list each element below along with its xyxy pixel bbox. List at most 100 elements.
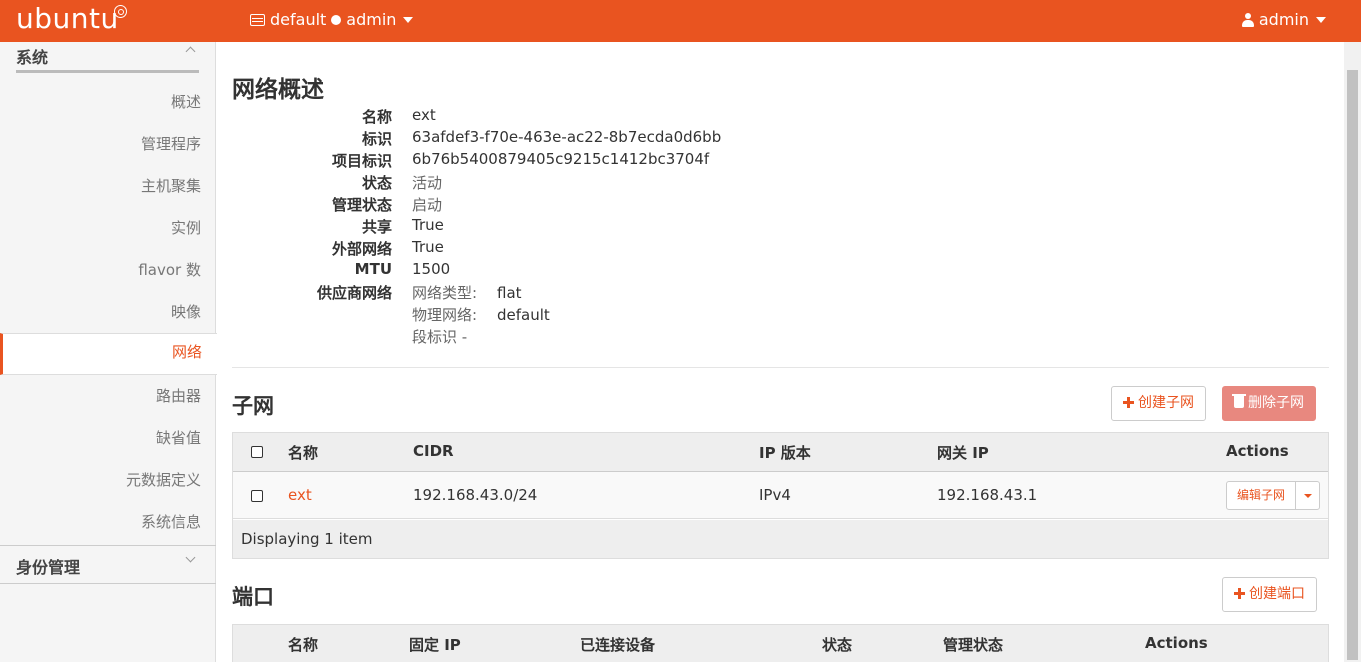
detail-row-name: 名称 ext xyxy=(232,106,1329,128)
user-name: admin xyxy=(1258,10,1309,29)
plus-icon xyxy=(1234,588,1245,599)
select-all-checkbox[interactable] xyxy=(251,446,263,458)
subnet-gateway: 192.168.43.1 xyxy=(937,486,1038,504)
sidebar-item-overview[interactable]: 概述 xyxy=(0,84,216,126)
create-subnet-label: 创建子网 xyxy=(1138,395,1194,411)
col-attached-device[interactable]: 已连接设备 xyxy=(580,634,655,655)
col-actions: Actions xyxy=(1226,442,1289,460)
sidebar-item-flavors[interactable]: flavor 数 xyxy=(0,252,216,294)
delete-subnet-button[interactable]: 删除子网 xyxy=(1222,386,1316,421)
sidebar-item-metadata[interactable]: 元数据定义 xyxy=(0,462,216,504)
detail-row-admin-state: 管理状态 启动 xyxy=(232,194,1329,216)
detail-row-physical-network: 物理网络: default xyxy=(232,304,1329,326)
detail-term: 外部网络 xyxy=(331,240,392,258)
plus-icon xyxy=(1123,397,1134,408)
col-name[interactable]: 名称 xyxy=(288,442,318,463)
chevron-down-icon xyxy=(185,552,196,563)
network-type-label: 网络类型: xyxy=(412,284,478,302)
detail-value: 物理网络: default xyxy=(412,304,550,325)
ubuntu-logo[interactable]: ubuntu xyxy=(16,2,119,35)
sidebar-item-routers[interactable]: 路由器 xyxy=(0,378,216,420)
detail-value: True xyxy=(412,238,444,256)
detail-row-segment: 段标识 - xyxy=(232,326,1329,348)
detail-value: True xyxy=(412,216,444,234)
chevron-up-icon xyxy=(185,46,196,57)
row-checkbox[interactable] xyxy=(251,490,263,502)
detail-row-mtu: MTU 1500 xyxy=(232,260,1329,282)
table-footer: Displaying 1 item xyxy=(233,520,1328,558)
delete-subnet-label: 删除子网 xyxy=(1248,395,1304,411)
caret-down-icon xyxy=(1316,16,1326,23)
detail-term: 项目标识 xyxy=(331,152,392,170)
table-header: 名称 CIDR IP 版本 网关 IP Actions xyxy=(233,433,1328,472)
subnets-title: 子网 xyxy=(232,394,274,418)
subnet-name-link[interactable]: ext xyxy=(288,486,312,504)
vertical-scrollbar[interactable] xyxy=(1344,42,1361,662)
col-cidr[interactable]: CIDR xyxy=(413,442,454,460)
sidebar-item-hypervisors[interactable]: 管理程序 xyxy=(0,126,216,168)
segment-label: 段标识 - xyxy=(412,328,468,346)
col-gateway[interactable]: 网关 IP xyxy=(937,442,989,463)
sidebar-divider xyxy=(0,583,216,584)
detail-term: 管理状态 xyxy=(331,196,392,214)
ports-title: 端口 xyxy=(232,585,274,609)
sidebar-item-networks[interactable]: 网络 xyxy=(0,333,217,375)
physical-network-label: 物理网络: xyxy=(412,306,478,324)
col-ip-version[interactable]: IP 版本 xyxy=(759,442,811,463)
trash-icon xyxy=(1232,394,1246,408)
detail-term: 标识 xyxy=(361,130,392,148)
table-row: ext 192.168.43.0/24 IPv4 192.168.43.1 编辑… xyxy=(233,472,1328,519)
detail-term: 供应商网络 xyxy=(316,284,392,302)
col-fixed-ip[interactable]: 固定 IP xyxy=(409,634,461,655)
create-port-label: 创建端口 xyxy=(1249,586,1305,602)
sidebar-item-images[interactable]: 映像 xyxy=(0,294,216,336)
detail-term: 共享 xyxy=(361,218,392,236)
sidebar-item-defaults[interactable]: 缺省值 xyxy=(0,420,216,462)
col-admin-state[interactable]: 管理状态 xyxy=(943,634,1003,655)
project-switcher[interactable]: default admin xyxy=(250,10,414,29)
detail-value: 活动 xyxy=(412,174,443,192)
sidebar-item-instances[interactable]: 实例 xyxy=(0,210,216,252)
ubuntu-circle-icon xyxy=(114,5,127,18)
edit-subnet-button[interactable]: 编辑子网 xyxy=(1227,482,1296,509)
detail-row-id: 标识 63afdef3-f70e-463e-ac22-8b7ecda0d6bb xyxy=(232,128,1329,150)
page-title: 网络概述 xyxy=(232,77,324,103)
user-icon xyxy=(1241,12,1254,27)
detail-value: 63afdef3-f70e-463e-ac22-8b7ecda0d6bb xyxy=(412,128,722,146)
detail-value: 6b76b5400879405c9215c1412bc3704f xyxy=(412,150,710,168)
network-type-value: flat xyxy=(497,284,522,302)
detail-value: 启动 xyxy=(412,196,443,214)
col-name[interactable]: 名称 xyxy=(288,634,318,655)
sidebar-section-title: 系统 xyxy=(16,48,49,67)
project-icon xyxy=(250,13,265,26)
caret-down-icon xyxy=(403,16,414,23)
sidebar-section-system[interactable]: 系统 xyxy=(0,42,216,82)
sidebar-item-system-info[interactable]: 系统信息 xyxy=(0,504,216,546)
main-content: 网络概述 名称 ext 标识 63afdef3-f70e-463e-ac22-8… xyxy=(232,42,1329,662)
create-subnet-button[interactable]: 创建子网 xyxy=(1111,386,1206,421)
detail-row-provider: 供应商网络 网络类型: flat xyxy=(232,282,1329,304)
subnets-table: 名称 CIDR IP 版本 网关 IP Actions ext 192.168.… xyxy=(232,432,1329,559)
sidebar: 系统 概述 管理程序 主机聚集 实例 flavor 数 映像 网络 路由器 缺省… xyxy=(0,42,217,662)
table-header: 名称 固定 IP 已连接设备 状态 管理状态 Actions xyxy=(233,625,1328,662)
detail-term: MTU xyxy=(354,260,392,278)
sidebar-section-identity[interactable]: 身份管理 xyxy=(0,552,216,592)
physical-network-value: default xyxy=(497,306,550,324)
detail-term: 状态 xyxy=(361,174,392,192)
row-action-group: 编辑子网 xyxy=(1226,481,1320,510)
ports-table: 名称 固定 IP 已连接设备 状态 管理状态 Actions xyxy=(232,624,1329,662)
caret-down-icon[interactable] xyxy=(1304,494,1312,498)
detail-term: 名称 xyxy=(361,108,392,126)
sidebar-item-host-aggregates[interactable]: 主机聚集 xyxy=(0,168,216,210)
scrollbar-thumb[interactable] xyxy=(1347,70,1358,660)
user-menu[interactable]: admin xyxy=(1241,10,1326,29)
col-status[interactable]: 状态 xyxy=(822,634,852,655)
sidebar-divider xyxy=(0,545,216,546)
detail-row-status: 状态 活动 xyxy=(232,172,1329,194)
separator-dot-icon xyxy=(331,14,342,25)
create-port-button[interactable]: 创建端口 xyxy=(1222,577,1317,612)
item-count: Displaying 1 item xyxy=(241,530,373,548)
section-underline xyxy=(16,70,199,73)
detail-value: ext xyxy=(412,106,436,124)
detail-row-shared: 共享 True xyxy=(232,216,1329,238)
